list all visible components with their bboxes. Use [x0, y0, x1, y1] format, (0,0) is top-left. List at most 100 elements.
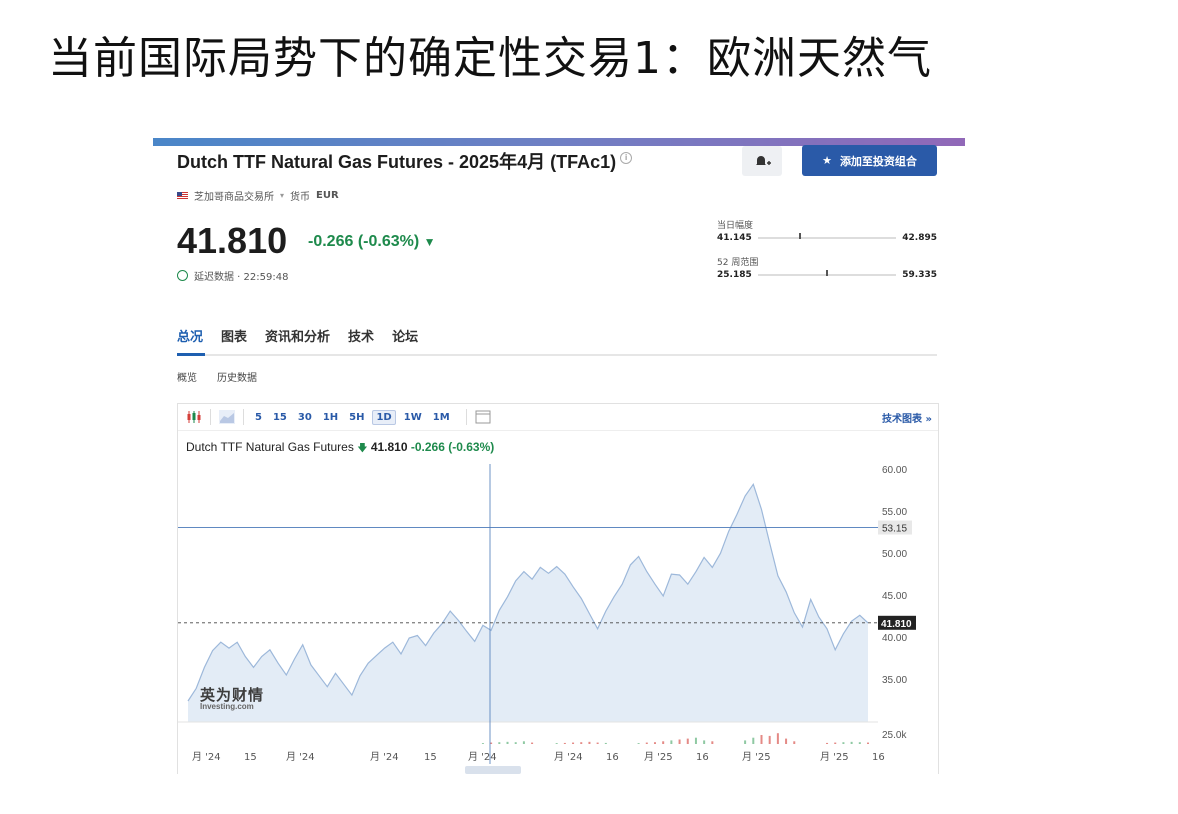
down-arrow-icon: 🡇	[357, 443, 368, 454]
tech-chart-link[interactable]: 技术图表 »	[882, 410, 932, 425]
y-tick-label: 40.00	[882, 633, 907, 644]
main-tabs: 总况 图表 资讯和分析 技术 论坛	[177, 326, 418, 345]
volume-bar	[686, 738, 689, 744]
instrument-title-text: Dutch TTF Natural Gas Futures - 2025年4月 …	[177, 152, 617, 172]
interval-30[interactable]: 30	[295, 411, 315, 424]
volume-bar	[653, 742, 656, 744]
volume-bar	[490, 742, 493, 744]
volume-bar	[563, 742, 566, 744]
alert-bell-button[interactable]	[742, 146, 782, 176]
volume-bar	[580, 742, 583, 744]
week52-range-label: 52 周范围	[717, 258, 759, 268]
x-tick-label: 月 '25	[742, 751, 771, 763]
currency-label: 货币	[290, 192, 311, 203]
volume-bar	[744, 740, 747, 744]
week52-range-low: 25.185	[717, 270, 752, 280]
day-range-marker	[799, 233, 802, 239]
week52-range: 52 周范围 25.185 59.335	[717, 255, 937, 280]
chevron-down-icon[interactable]: ▾	[280, 191, 284, 200]
subtab-overview[interactable]: 概览	[177, 369, 197, 384]
x-tick-label: 月 '24	[370, 751, 399, 763]
volume-bar	[604, 742, 607, 744]
us-flag-icon	[177, 191, 188, 200]
tab-news[interactable]: 资讯和分析	[265, 326, 330, 345]
interval-1d[interactable]: 1D	[372, 409, 396, 425]
volume-bar	[694, 737, 697, 744]
x-tick-label: 月 '24	[192, 751, 221, 763]
price-change: -0.266 (-0.63%) ▼	[308, 233, 436, 251]
legend-value: 41.810	[370, 440, 408, 454]
volume-bar	[834, 742, 837, 744]
toolbar-divider	[465, 409, 467, 425]
week52-range-bar	[757, 270, 897, 276]
volume-bar	[662, 741, 665, 744]
chart-toolbar: 5 15 30 1H 5H 1D 1W 1M 技术图表 »	[178, 404, 938, 431]
y-tick-label: 50.00	[882, 549, 907, 560]
volume-bar	[481, 743, 484, 744]
x-tick-label: 16	[696, 752, 709, 763]
tabs-divider	[177, 354, 937, 356]
interval-5[interactable]: 5	[252, 411, 265, 424]
day-range-label: 当日幅度	[717, 221, 754, 231]
tab-overview[interactable]: 总况	[177, 326, 203, 345]
interval-1m[interactable]: 1M	[430, 411, 453, 424]
day-range: 当日幅度 41.145 42.895	[717, 218, 937, 243]
volume-bar	[867, 742, 869, 744]
x-tick-label: 15	[424, 752, 437, 763]
volume-bar	[498, 742, 501, 744]
volume-tick-label: 25.0k	[882, 730, 907, 741]
volume-bar	[678, 739, 681, 744]
volume-bar	[760, 735, 763, 744]
delay-label: 延迟数据 · 22:59:48	[194, 272, 289, 283]
last-price: 41.810	[177, 220, 288, 261]
tab-chart[interactable]: 图表	[221, 326, 247, 345]
candlestick-icon[interactable]	[186, 410, 202, 424]
tab-forum[interactable]: 论坛	[392, 326, 418, 345]
exchange-name[interactable]: 芝加哥商品交易所	[194, 188, 274, 203]
week52-range-marker	[825, 270, 828, 276]
sub-tabs: 概览 历史数据	[177, 369, 257, 384]
volume-bar	[793, 741, 796, 744]
volume-bar	[514, 742, 517, 744]
week52-range-high: 59.335	[902, 270, 937, 280]
info-icon[interactable]: i	[620, 152, 633, 164]
volume-bar	[768, 735, 771, 744]
volume-bar	[596, 742, 599, 744]
tab-technical[interactable]: 技术	[348, 326, 374, 345]
volume-bar	[858, 742, 861, 744]
price-chart[interactable]: 60.00 55.00 50.00 45.00 40.00 35.00 25.0k 53.15…	[178, 464, 938, 774]
interval-15[interactable]: 15	[270, 411, 290, 424]
watermark-sub: Investing.com	[200, 702, 254, 711]
change-percent: (-0.63%)	[357, 233, 420, 250]
instrument-title: Dutch TTF Natural Gas Futures - 2025年4月 …	[177, 148, 633, 174]
volume-bar	[670, 740, 673, 744]
x-tick-label: 15	[244, 752, 257, 763]
toolbar-divider	[243, 409, 244, 425]
x-tick-label: 16	[606, 752, 619, 763]
exchange-meta: 芝加哥商品交易所 ▾ 货币 EUR	[177, 188, 339, 203]
interval-1h[interactable]: 1H	[320, 411, 341, 424]
add-to-portfolio-button[interactable]: ★ 添加至投资组合	[802, 145, 937, 176]
x-tick-label: 月 '24	[286, 751, 315, 763]
subtab-history[interactable]: 历史数据	[217, 369, 257, 384]
interval-1w[interactable]: 1W	[401, 411, 425, 424]
volume-bar	[645, 742, 648, 744]
change-value: -0.266	[308, 233, 354, 250]
currency-value: EUR	[316, 190, 339, 201]
x-tick-label: 月 '24	[468, 751, 497, 763]
investing-screenshot: Dutch TTF Natural Gas Futures - 2025年4月 …	[153, 138, 965, 774]
chart-widget: 5 15 30 1H 5H 1D 1W 1M 技术图表 » Dutch TTF …	[177, 403, 939, 774]
volume-bar	[588, 741, 591, 744]
calendar-icon[interactable]	[475, 410, 491, 424]
x-tick-label: 月 '25	[644, 751, 673, 763]
delay-info: 延迟数据 · 22:59:48	[177, 268, 288, 283]
y-tick-label: 45.00	[882, 591, 907, 602]
volume-bar	[842, 742, 845, 744]
last-price-tag-label: 41.810	[881, 619, 912, 630]
volume-bar	[776, 733, 779, 744]
x-tick-label: 16	[872, 752, 885, 763]
interval-5h[interactable]: 5H	[346, 411, 367, 424]
area-chart-icon[interactable]	[219, 410, 235, 424]
clock-icon	[177, 270, 188, 281]
volume-bar	[850, 741, 853, 744]
